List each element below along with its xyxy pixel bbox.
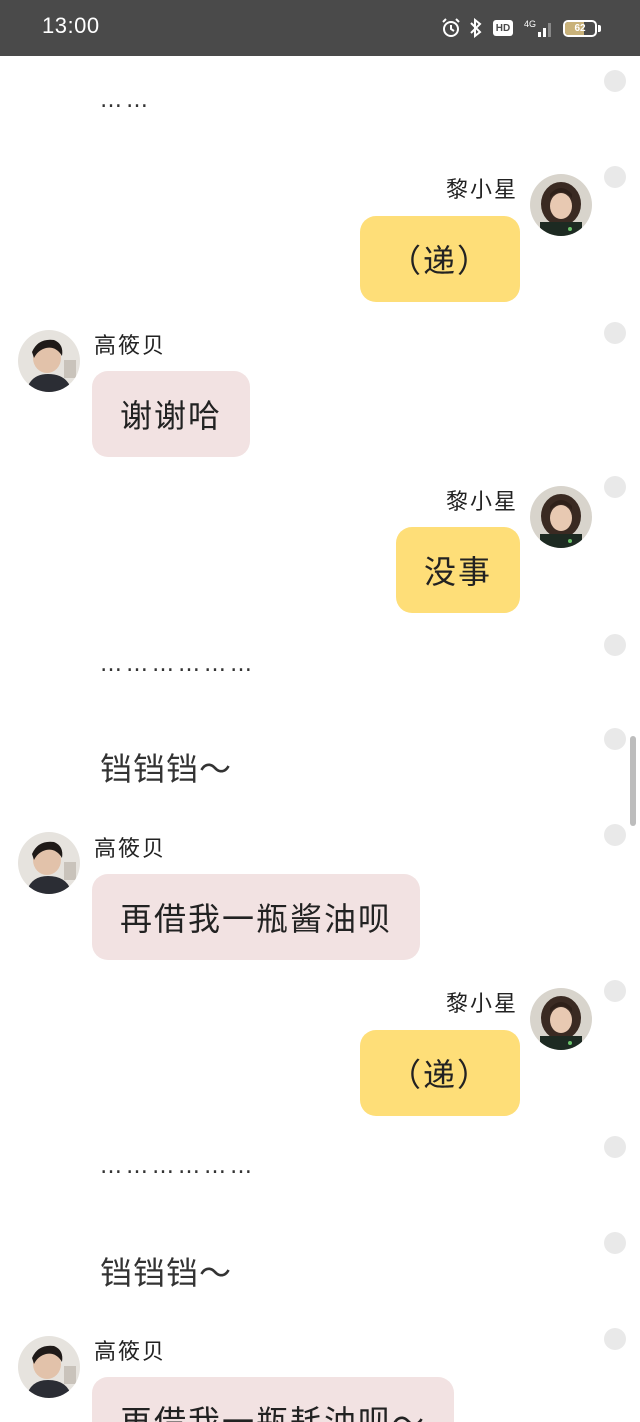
message-marker-dot[interactable] [604,322,626,344]
message-marker-dot[interactable] [604,824,626,846]
sender-name: 高筱贝 [94,1340,167,1365]
sender-name: 黎小星 [445,490,518,515]
battery-level: 62 [574,22,586,34]
avatar-lixiaoxing[interactable] [530,988,592,1050]
message-bubble-left[interactable]: 谢谢哈 [92,371,251,457]
battery-body: 62 [563,19,597,37]
message-marker-dot[interactable] [604,980,626,1002]
message-marker-dot[interactable] [604,1232,626,1254]
narration-text: 铛铛铛～ [100,1254,233,1292]
sender-name: 黎小星 [445,992,518,1017]
hd-icon: HD [492,18,514,38]
avatar-lixiaoxing[interactable] [530,174,592,236]
4g-signal-icon: 4G [522,18,552,38]
status-time: 13:00 [42,13,100,38]
scrollbar[interactable] [630,736,636,826]
status-bar: 13:00 HD 4G 62 [0,0,640,56]
message-marker-dot[interactable] [604,166,626,188]
sender-name: 高筱贝 [94,334,167,359]
message-bubble-left[interactable]: 再借我一瓶酱油呗 [92,874,421,960]
avatar-gaoxiaobei[interactable] [18,330,80,392]
message-bubble-right[interactable]: 没事 [396,527,520,613]
sender-name: 高筱贝 [94,837,167,862]
network-label: 4G [524,19,536,29]
message-bubble-right[interactable]: （递） [360,1030,520,1116]
message-bubble-right[interactable]: （递） [360,216,520,302]
avatar-gaoxiaobei[interactable] [18,832,80,894]
message-marker-dot[interactable] [604,1328,626,1350]
message-marker-dot[interactable] [604,728,626,750]
narration-text: 铛铛铛～ [100,750,233,788]
message-marker-dot[interactable] [604,70,626,92]
avatar-gaoxiaobei[interactable] [18,1336,80,1398]
hd-label: HD [493,20,513,36]
battery-tip [598,24,601,32]
message-marker-dot[interactable] [604,476,626,498]
narration-text: ……………… [100,652,256,677]
message-marker-dot[interactable] [604,634,626,656]
narration-text: ……………… [100,1154,256,1179]
sender-name: 黎小星 [445,178,518,203]
narration-text: …… [100,88,152,113]
message-marker-dot[interactable] [604,1136,626,1158]
alarm-icon [440,18,462,38]
message-bubble-left[interactable]: 再借我一瓶耗油呗～ [92,1377,455,1422]
battery-icon: 62 [562,18,602,38]
avatar-lixiaoxing[interactable] [530,486,592,548]
bluetooth-icon [468,18,484,38]
chat-area[interactable]: …… 黎小星 （递） 高筱贝 谢谢哈 黎小星 没事 ……………… 铛铛铛～ 高筱… [0,56,640,1422]
